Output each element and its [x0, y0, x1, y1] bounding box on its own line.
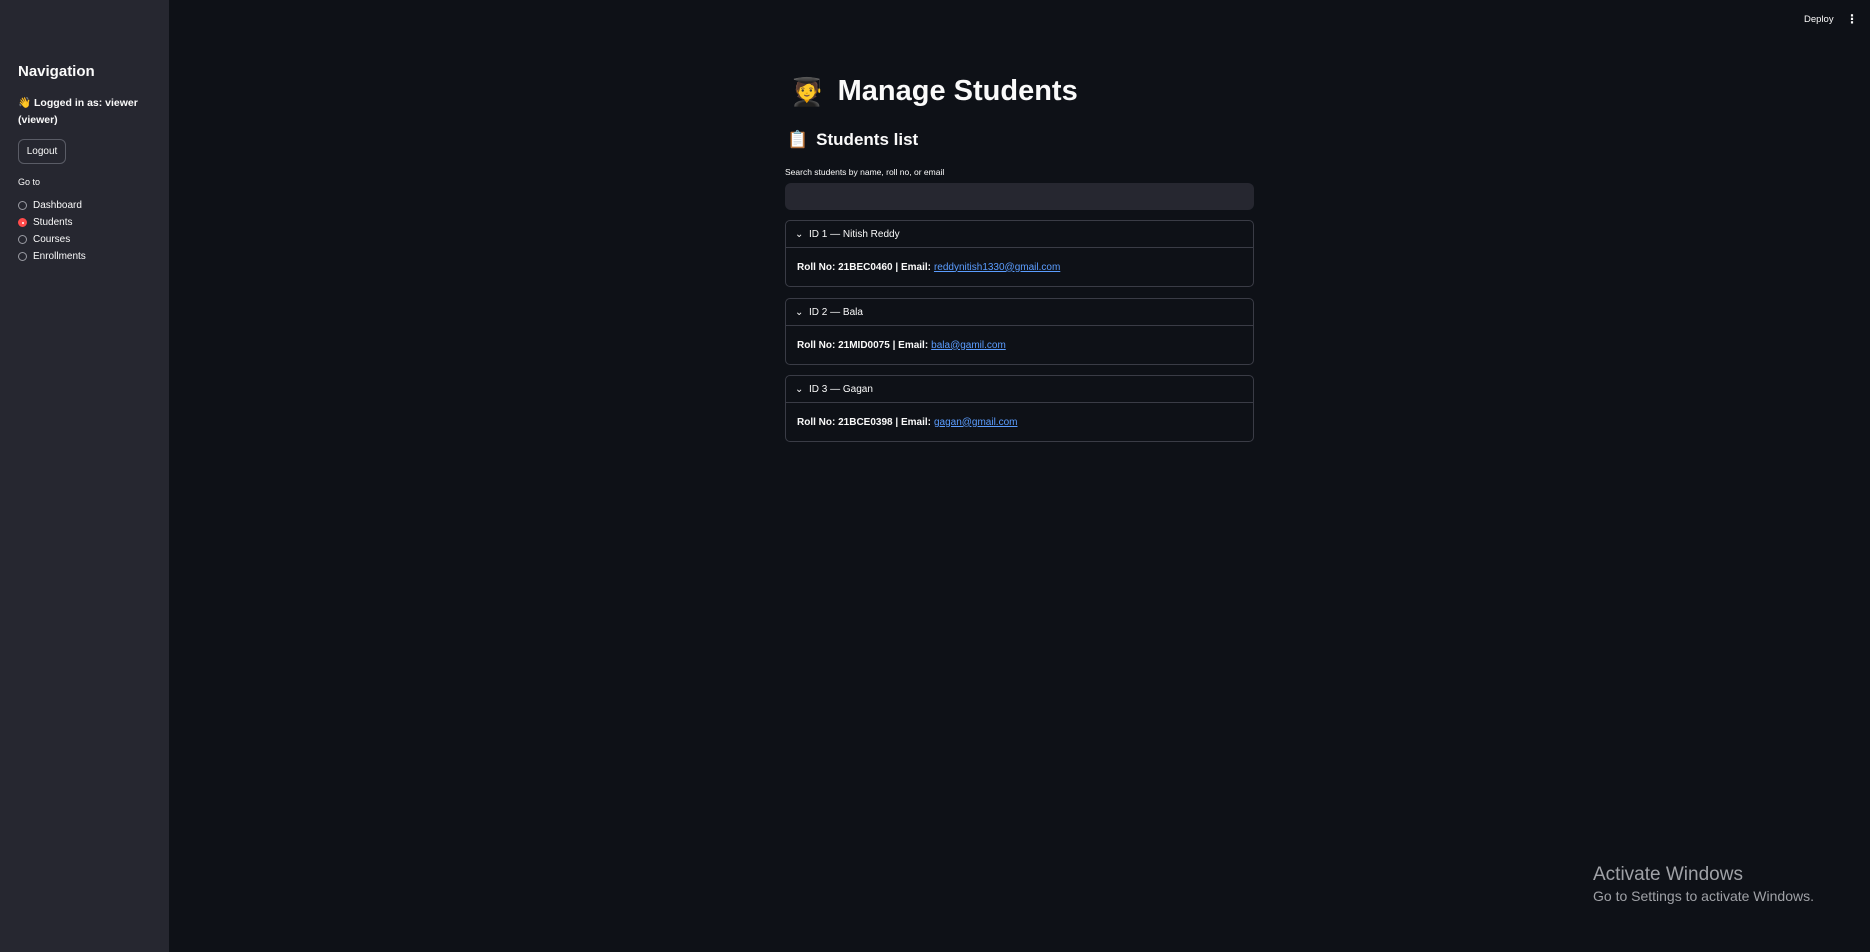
radio-courses[interactable]: Courses	[18, 231, 86, 248]
login-user: viewer	[105, 97, 138, 109]
roll-text: Roll No: 21MID0075 | Email:	[797, 339, 929, 351]
radio-enrollments[interactable]: Enrollments	[18, 248, 86, 265]
goto-label: Go to	[18, 177, 41, 187]
roll-text: Roll No: 21BCE0398 | Email:	[797, 416, 931, 428]
radio-circle-icon[interactable]	[18, 201, 27, 210]
search-label: Search students by name, roll no, or ema…	[785, 167, 945, 177]
radio-circle-icon[interactable]	[18, 252, 27, 261]
radio-label: Students	[33, 217, 73, 228]
sidebar-title: Navigation	[18, 63, 95, 80]
section-title: 📋 Students list	[787, 130, 918, 150]
radio-label: Enrollments	[33, 251, 86, 262]
student-expander: ⌄ ID 2 — Bala Roll No: 21MID0075 | Email…	[785, 298, 1254, 365]
logout-button[interactable]: Logout	[18, 139, 66, 164]
radio-students[interactable]: Students	[18, 214, 86, 231]
expander-body: Roll No: 21BCE0398 | Email: gagan@gmail.…	[786, 403, 1253, 441]
chevron-down-icon: ⌄	[795, 228, 804, 240]
student-expander: ⌄ ID 3 — Gagan Roll No: 21BCE0398 | Emai…	[785, 375, 1254, 442]
section-title-text: Students list	[816, 130, 919, 149]
email-link[interactable]: reddynitish1330@gmail.com	[934, 262, 1060, 273]
student-icon: 🧑‍🎓	[790, 76, 824, 107]
expander-title: ID 3 — Gagan	[809, 383, 873, 395]
radio-selected-icon[interactable]	[18, 218, 27, 227]
email-link[interactable]: gagan@gmail.com	[934, 417, 1018, 428]
radio-dashboard[interactable]: Dashboard	[18, 197, 86, 214]
student-expander: ⌄ ID 1 — Nitish Reddy Roll No: 21BEC0460…	[785, 220, 1254, 287]
expander-title: ID 2 — Bala	[809, 306, 863, 318]
chevron-down-icon: ⌄	[795, 383, 804, 395]
expander-body: Roll No: 21MID0075 | Email: bala@gamil.c…	[786, 326, 1253, 364]
radio-label: Courses	[33, 234, 71, 245]
search-input[interactable]	[785, 183, 1254, 210]
email-link[interactable]: bala@gamil.com	[931, 340, 1006, 351]
expander-body: Roll No: 21BEC0460 | Email: reddynitish1…	[786, 248, 1253, 286]
expander-title: ID 1 — Nitish Reddy	[809, 228, 900, 240]
radio-circle-icon[interactable]	[18, 235, 27, 244]
page-radio-group: Dashboard Students Courses Enrollments	[18, 197, 86, 265]
sidebar: Navigation 👋 Logged in as: viewer (viewe…	[0, 0, 169, 952]
page-title: 🧑‍🎓 Manage Students	[790, 75, 1078, 108]
login-role: (viewer)	[18, 114, 58, 126]
clipboard-icon: 📋	[787, 130, 809, 149]
chevron-down-icon: ⌄	[795, 306, 804, 318]
main-menu-icon[interactable]: ⋮	[1846, 12, 1858, 26]
watermark-title: Activate Windows	[1593, 864, 1743, 885]
roll-text: Roll No: 21BEC0460 | Email:	[797, 261, 931, 273]
expander-header[interactable]: ⌄ ID 1 — Nitish Reddy	[786, 221, 1253, 248]
login-prefix: 👋 Logged in as:	[18, 97, 106, 109]
expander-header[interactable]: ⌄ ID 2 — Bala	[786, 299, 1253, 326]
login-status: 👋 Logged in as: viewer (viewer)	[18, 95, 158, 129]
page-title-text: Manage Students	[837, 75, 1078, 107]
windows-activation-watermark: Activate Windows Go to Settings to activ…	[1593, 864, 1814, 904]
expander-header[interactable]: ⌄ ID 3 — Gagan	[786, 376, 1253, 403]
radio-label: Dashboard	[33, 200, 82, 211]
deploy-button[interactable]: Deploy	[1804, 14, 1834, 25]
watermark-subtitle: Go to Settings to activate Windows.	[1593, 888, 1814, 904]
